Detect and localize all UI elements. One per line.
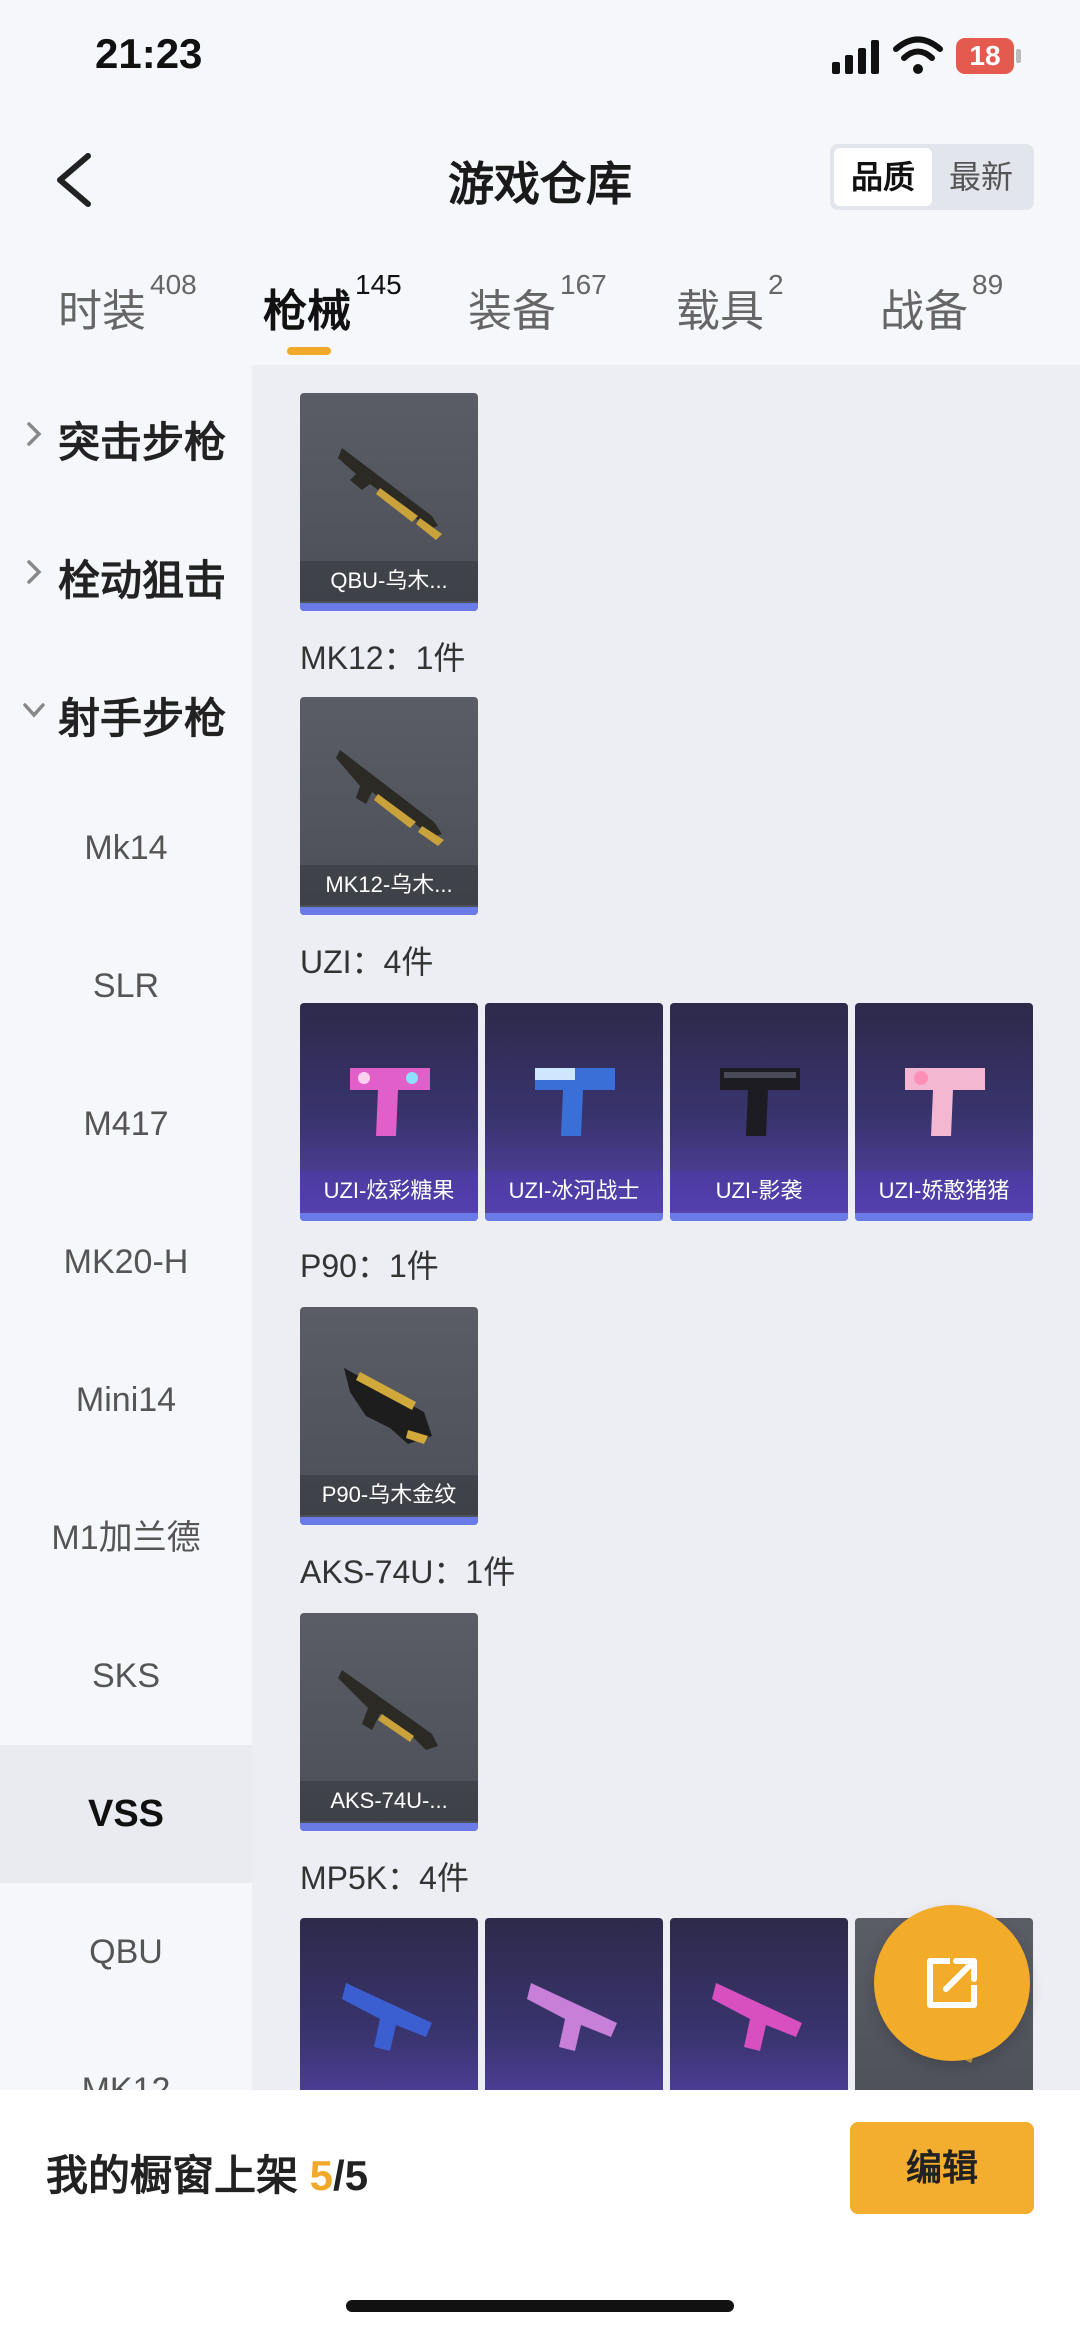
rifle-icon bbox=[336, 750, 444, 846]
section-label-uzi: UZI：4件 bbox=[300, 944, 434, 980]
card-name: P90-乌木金纹 bbox=[300, 1475, 478, 1515]
sidebar-item-sks[interactable]: SKS bbox=[0, 1607, 252, 1745]
card-name: UZI-炫彩糖果 bbox=[300, 1171, 478, 1211]
card-name: MK12-乌木... bbox=[300, 865, 478, 905]
rarity-bar bbox=[300, 1517, 478, 1525]
showcase-total: /5 bbox=[333, 2152, 369, 2199]
battery-level: 18 bbox=[969, 40, 1001, 71]
section-label-mk12: MK12：1件 bbox=[300, 640, 466, 676]
active-tab-indicator bbox=[287, 347, 331, 355]
tab-supplies[interactable]: 战备89 bbox=[880, 269, 1003, 339]
smg-icon bbox=[342, 1983, 432, 2051]
weapon-card[interactable]: UZI-娇憨猪猪 bbox=[855, 1003, 1033, 1221]
uzi-icon bbox=[535, 1068, 615, 1136]
uzi-icon bbox=[720, 1068, 800, 1136]
weapon-card[interactable]: QBU-乌木... bbox=[300, 393, 478, 611]
rarity-bar bbox=[300, 1823, 478, 1831]
sidebar-item-qbu[interactable]: QBU bbox=[0, 1883, 252, 2021]
tab-count: 145 bbox=[355, 269, 402, 300]
sort-newest-button[interactable]: 最新 bbox=[932, 148, 1030, 206]
battery-icon: 18 bbox=[956, 38, 1022, 74]
sidebar-item-m417[interactable]: M417 bbox=[0, 1055, 252, 1193]
rarity-bar bbox=[485, 1213, 663, 1221]
weapon-card[interactable] bbox=[300, 1918, 478, 2090]
sort-quality-button[interactable]: 品质 bbox=[834, 148, 932, 206]
weapon-card[interactable]: P90-乌木金纹 bbox=[300, 1307, 478, 1525]
share-icon bbox=[927, 1958, 977, 2008]
card-name: QBU-乌木... bbox=[300, 561, 478, 601]
uzi-icon bbox=[905, 1068, 985, 1136]
weapon-card[interactable]: MK12-乌木... bbox=[300, 697, 478, 915]
rarity-bar bbox=[300, 1213, 478, 1221]
card-name: UZI-影袭 bbox=[670, 1171, 848, 1211]
smg-icon bbox=[527, 1983, 617, 2051]
rarity-bar bbox=[300, 603, 478, 611]
wifi-icon bbox=[893, 36, 943, 74]
tab-fashion[interactable]: 时装408 bbox=[58, 269, 197, 339]
sidebar-group-bolt-snipers[interactable]: 栓动狙击 bbox=[0, 503, 252, 641]
card-name: UZI-冰河战士 bbox=[485, 1171, 663, 1211]
rifle-icon bbox=[338, 448, 442, 540]
tab-count: 167 bbox=[560, 269, 607, 300]
card-name: UZI-娇憨猪猪 bbox=[855, 1171, 1033, 1211]
rifle-icon bbox=[338, 1670, 438, 1750]
sidebar-item-m1-garand[interactable]: M1加兰德 bbox=[0, 1469, 252, 1607]
sidebar-group-marksman-rifles[interactable]: 射手步枪 bbox=[0, 641, 252, 779]
weapon-content: QBU-乌木... MK12：1件 MK12-乌木... UZI：4件 UZI-… bbox=[252, 365, 1080, 2090]
tab-count: 89 bbox=[972, 269, 1004, 300]
sidebar-item-slr[interactable]: SLR bbox=[0, 917, 252, 1055]
tab-equipment[interactable]: 装备167 bbox=[468, 269, 607, 339]
sidebar-item-mk12[interactable]: MK12 bbox=[0, 2021, 252, 2090]
weapon-card[interactable] bbox=[485, 1918, 663, 2090]
category-tabs: 时装408 枪械145 装备167 载具2 战备89 bbox=[0, 235, 1080, 365]
p90-icon bbox=[344, 1368, 432, 1444]
status-time: 21:23 bbox=[95, 30, 203, 77]
weapon-card[interactable]: AKS-74U-... bbox=[300, 1613, 478, 1831]
weapon-card[interactable]: UZI-炫彩糖果 bbox=[300, 1003, 478, 1221]
rarity-bar bbox=[300, 907, 478, 915]
bottom-bar: 我的橱窗上架 5/5 编辑 bbox=[0, 2090, 1080, 2339]
chevron-right-icon bbox=[27, 422, 42, 446]
chevron-right-icon bbox=[27, 560, 42, 584]
tab-vehicles[interactable]: 载具2 bbox=[676, 269, 784, 339]
status-bar: 21:23 18 bbox=[0, 0, 1080, 120]
tab-guns[interactable]: 枪械145 bbox=[263, 269, 402, 339]
sort-toggle: 品质 最新 bbox=[830, 144, 1034, 210]
edit-button[interactable]: 编辑 bbox=[850, 2122, 1034, 2214]
rarity-bar bbox=[855, 1213, 1033, 1221]
section-label-aks74u: AKS-74U：1件 bbox=[300, 1554, 516, 1590]
weapon-card[interactable]: UZI-影袭 bbox=[670, 1003, 848, 1221]
smg-icon bbox=[712, 1983, 802, 2051]
weapon-category-sidebar: 突击步枪 栓动狙击 射手步枪 Mk14 SLR M417 MK20-H Mini… bbox=[0, 365, 252, 2090]
sidebar-item-mini14[interactable]: Mini14 bbox=[0, 1331, 252, 1469]
uzi-icon bbox=[350, 1068, 430, 1136]
card-name: AKS-74U-... bbox=[300, 1781, 478, 1821]
tab-count: 2 bbox=[768, 269, 784, 300]
section-label-p90: P90：1件 bbox=[300, 1248, 439, 1284]
share-button[interactable] bbox=[874, 1905, 1030, 2061]
weapon-card[interactable] bbox=[670, 1918, 848, 2090]
sidebar-item-vss[interactable]: VSS bbox=[0, 1745, 252, 1883]
signal-icon bbox=[832, 40, 879, 74]
weapon-card[interactable]: UZI-冰河战士 bbox=[485, 1003, 663, 1221]
sidebar-item-mk14[interactable]: Mk14 bbox=[0, 779, 252, 917]
header: 游戏仓库 品质 最新 bbox=[0, 120, 1080, 235]
showcase-status: 我的橱窗上架 5/5 bbox=[46, 2152, 369, 2199]
section-label-mp5k: MP5K：4件 bbox=[300, 1860, 469, 1896]
sidebar-item-mk20h[interactable]: MK20-H bbox=[0, 1193, 252, 1331]
home-indicator bbox=[346, 2300, 734, 2312]
chevron-down-icon bbox=[23, 703, 45, 718]
showcase-count: 5 bbox=[309, 2152, 334, 2199]
sidebar-group-assault-rifles[interactable]: 突击步枪 bbox=[0, 365, 252, 503]
tab-count: 408 bbox=[150, 269, 197, 300]
rarity-bar bbox=[670, 1213, 848, 1221]
